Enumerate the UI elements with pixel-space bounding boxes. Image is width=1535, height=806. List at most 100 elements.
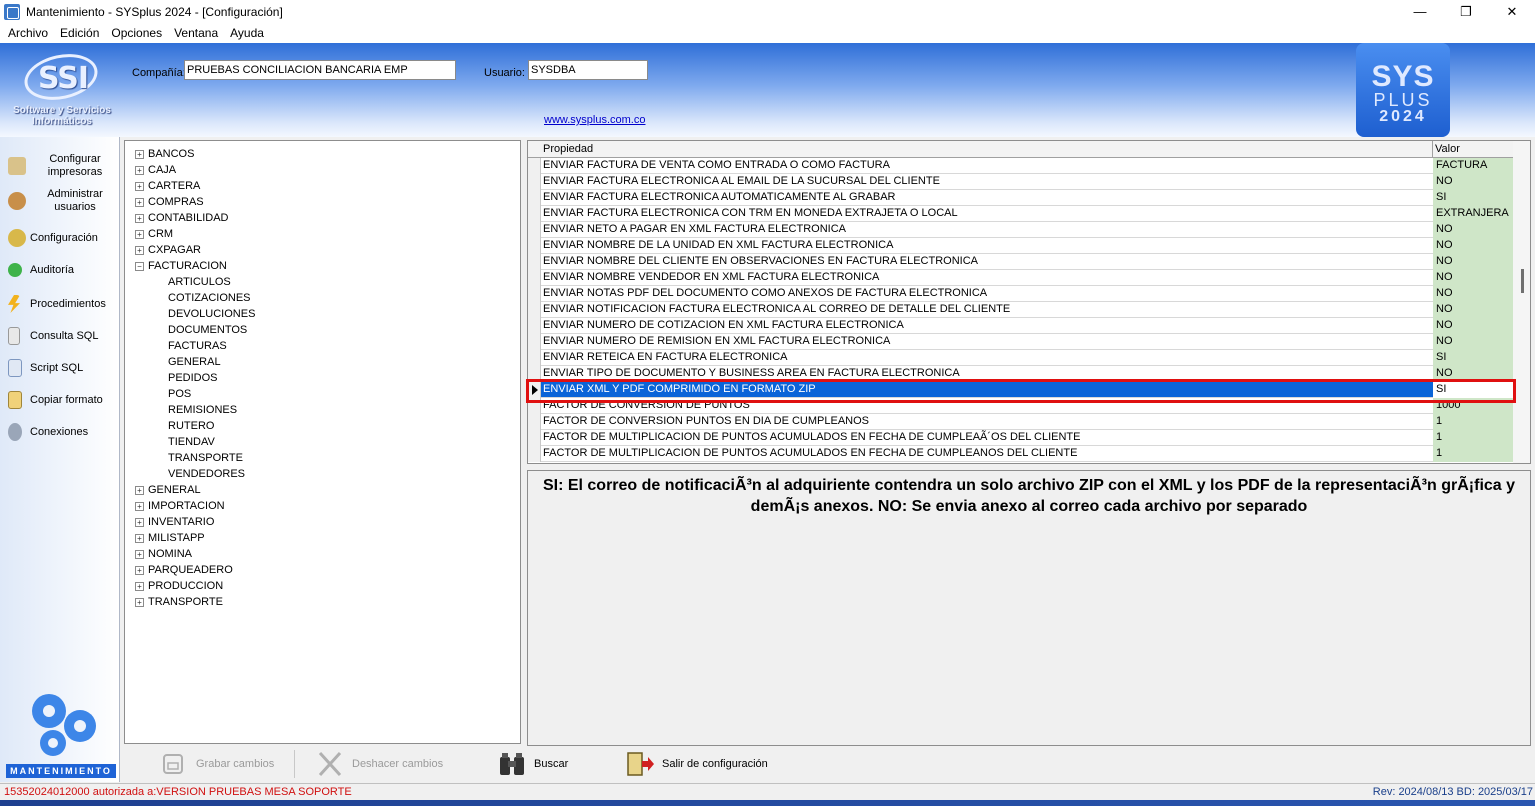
grid-row[interactable]: ENVIAR FACTURA DE VENTA COMO ENTRADA O C… xyxy=(528,158,1514,174)
grid-row[interactable]: ENVIAR NUMERO DE COTIZACION EN XML FACTU… xyxy=(528,318,1514,334)
tree-node[interactable]: + GENERAL xyxy=(135,482,201,498)
grid-row[interactable]: ENVIAR FACTURA ELECTRONICA AUTOMATICAMEN… xyxy=(528,190,1514,206)
undo-button[interactable]: Deshacer cambios xyxy=(314,746,443,782)
nav-script-sql[interactable]: Script SQL xyxy=(8,359,120,377)
row-indicator[interactable] xyxy=(528,222,541,238)
tree-node[interactable]: RUTERO xyxy=(168,418,214,434)
nav-auditoria[interactable]: Auditoría xyxy=(8,263,120,277)
tree-node[interactable]: POS xyxy=(168,386,191,402)
restore-button[interactable]: ❐ xyxy=(1443,0,1489,23)
tree-node[interactable]: PEDIDOS xyxy=(168,370,218,386)
row-indicator[interactable] xyxy=(528,334,541,350)
expand-icon[interactable]: + xyxy=(135,245,144,255)
row-indicator[interactable] xyxy=(528,254,541,270)
row-indicator[interactable] xyxy=(528,190,541,206)
property-value[interactable]: 1000 xyxy=(1433,398,1514,414)
property-value[interactable]: NO xyxy=(1433,286,1514,302)
row-pointer-icon[interactable] xyxy=(528,382,541,398)
collapse-icon[interactable]: − xyxy=(135,261,144,271)
expand-icon[interactable]: + xyxy=(135,197,144,207)
minimize-button[interactable]: — xyxy=(1397,0,1443,23)
property-value[interactable]: FACTURA xyxy=(1433,158,1514,174)
expand-icon[interactable]: + xyxy=(135,565,144,575)
tree-node[interactable]: + INVENTARIO xyxy=(135,514,214,530)
grid-row[interactable]: ENVIAR XML Y PDF COMPRIMIDO EN FORMATO Z… xyxy=(528,382,1514,398)
menu-opciones[interactable]: Opciones xyxy=(105,26,168,40)
grid-row[interactable]: FACTOR DE CONVERSION PUNTOS EN DIA DE CU… xyxy=(528,414,1514,430)
row-indicator[interactable] xyxy=(528,446,541,462)
tree-node[interactable]: + CXPAGAR xyxy=(135,242,201,258)
tree-node[interactable]: + COMPRAS xyxy=(135,194,204,210)
tree-node[interactable]: FACTURAS xyxy=(168,338,227,354)
row-indicator[interactable] xyxy=(528,174,541,190)
menu-edicion[interactable]: Edición xyxy=(54,26,105,40)
grid-row[interactable]: ENVIAR RETEICA EN FACTURA ELECTRONICA SI xyxy=(528,350,1514,366)
property-value[interactable]: SI xyxy=(1433,190,1514,206)
grid-row[interactable]: FACTOR DE MULTIPLICACION DE PUNTOS ACUMU… xyxy=(528,430,1514,446)
row-indicator[interactable] xyxy=(528,286,541,302)
expand-icon[interactable]: + xyxy=(135,213,144,223)
row-indicator[interactable] xyxy=(528,270,541,286)
grid-row[interactable]: ENVIAR NOMBRE DEL CLIENTE EN OBSERVACION… xyxy=(528,254,1514,270)
grid-row[interactable]: ENVIAR NUMERO DE REMISION EN XML FACTURA… xyxy=(528,334,1514,350)
property-value[interactable]: EXTRANJERA xyxy=(1433,206,1514,222)
property-value[interactable]: SI xyxy=(1433,382,1514,398)
nav-procedimientos[interactable]: Procedimientos xyxy=(8,295,120,313)
property-value[interactable]: NO xyxy=(1433,174,1514,190)
property-value[interactable]: NO xyxy=(1433,270,1514,286)
expand-icon[interactable]: + xyxy=(135,165,144,175)
nav-conexiones[interactable]: Conexiones xyxy=(8,423,120,441)
property-value[interactable]: NO xyxy=(1433,222,1514,238)
header-propiedad[interactable]: Propiedad xyxy=(543,143,593,155)
tree-node[interactable]: GENERAL xyxy=(168,354,221,370)
tree-node[interactable]: REMISIONES xyxy=(168,402,237,418)
close-button[interactable]: ✕ xyxy=(1489,0,1535,23)
scrollbar-thumb[interactable] xyxy=(1521,269,1524,293)
row-indicator[interactable] xyxy=(528,414,541,430)
expand-icon[interactable]: + xyxy=(135,549,144,559)
property-value[interactable]: NO xyxy=(1433,366,1514,382)
property-value[interactable]: NO xyxy=(1433,254,1514,270)
tree-node[interactable]: TRANSPORTE xyxy=(168,450,243,466)
row-indicator[interactable] xyxy=(528,430,541,446)
tree-node[interactable]: − FACTURACION xyxy=(135,258,227,274)
grid-scrollbar[interactable] xyxy=(1513,141,1530,463)
grid-row[interactable]: ENVIAR FACTURA ELECTRONICA CON TRM EN MO… xyxy=(528,206,1514,222)
tree-node[interactable]: + CONTABILIDAD xyxy=(135,210,228,226)
row-indicator[interactable] xyxy=(528,206,541,222)
property-value[interactable]: NO xyxy=(1433,238,1514,254)
nav-configurar-impresoras[interactable]: Configurar impresoras xyxy=(8,153,120,179)
menu-ayuda[interactable]: Ayuda xyxy=(224,26,270,40)
header-valor[interactable]: Valor xyxy=(1435,143,1460,155)
user-field[interactable]: SYSDBA xyxy=(528,60,648,80)
row-indicator[interactable] xyxy=(528,238,541,254)
grid-row[interactable]: ENVIAR NETO A PAGAR EN XML FACTURA ELECT… xyxy=(528,222,1514,238)
property-value[interactable]: 1 xyxy=(1433,446,1514,462)
grid-row[interactable]: ENVIAR NOMBRE DE LA UNIDAD EN XML FACTUR… xyxy=(528,238,1514,254)
expand-icon[interactable]: + xyxy=(135,229,144,239)
tree-node[interactable]: DEVOLUCIONES xyxy=(168,306,255,322)
row-indicator[interactable] xyxy=(528,158,541,174)
expand-icon[interactable]: + xyxy=(135,181,144,191)
tree-node[interactable]: + TRANSPORTE xyxy=(135,594,223,610)
grid-row[interactable]: ENVIAR NOTIFICACION FACTURA ELECTRONICA … xyxy=(528,302,1514,318)
nav-configuracion[interactable]: Configuración xyxy=(8,229,120,247)
website-link[interactable]: www.sysplus.com.co xyxy=(544,114,645,126)
tree-node[interactable]: + PRODUCCION xyxy=(135,578,223,594)
company-field[interactable]: PRUEBAS CONCILIACION BANCARIA EMP xyxy=(184,60,456,80)
expand-icon[interactable]: + xyxy=(135,597,144,607)
grid-row[interactable]: ENVIAR FACTURA ELECTRONICA AL EMAIL DE L… xyxy=(528,174,1514,190)
row-indicator[interactable] xyxy=(528,366,541,382)
grid-row[interactable]: ENVIAR NOTAS PDF DEL DOCUMENTO COMO ANEX… xyxy=(528,286,1514,302)
grid-row[interactable]: FACTOR DE CONVERSION DE PUNTOS 1000 xyxy=(528,398,1514,414)
tree-node[interactable]: VENDEDORES xyxy=(168,466,245,482)
tree-node[interactable]: + CARTERA xyxy=(135,178,200,194)
expand-icon[interactable]: + xyxy=(135,533,144,543)
tree-node[interactable]: DOCUMENTOS xyxy=(168,322,247,338)
property-value[interactable]: NO xyxy=(1433,334,1514,350)
row-indicator[interactable] xyxy=(528,350,541,366)
tree-node[interactable]: + PARQUEADERO xyxy=(135,562,233,578)
expand-icon[interactable]: + xyxy=(135,149,144,159)
save-button[interactable]: Grabar cambios xyxy=(158,746,274,782)
expand-icon[interactable]: + xyxy=(135,517,144,527)
